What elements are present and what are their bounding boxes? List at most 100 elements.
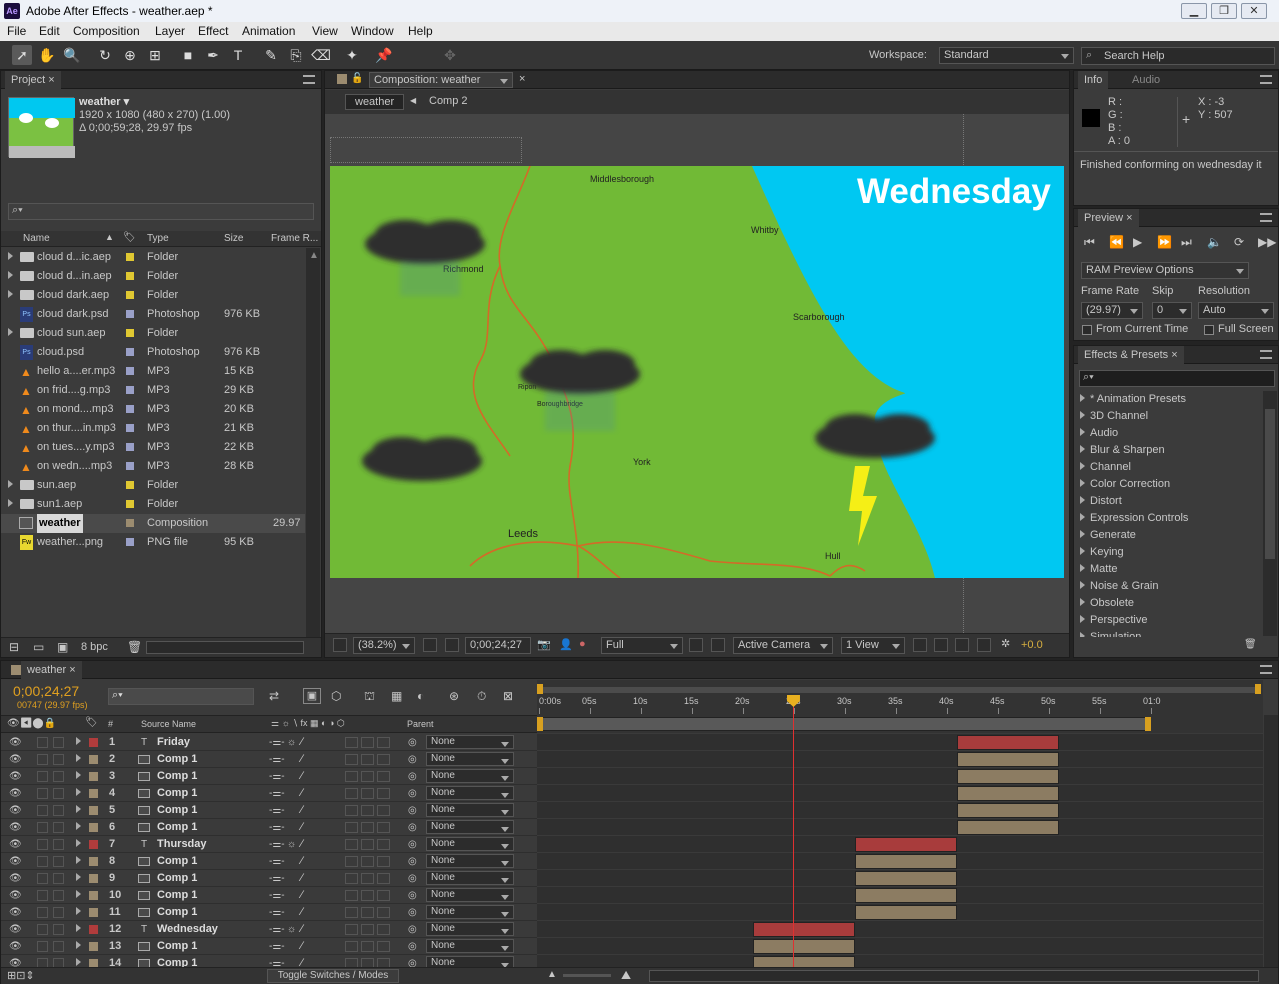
layer-name[interactable]: Thursday xyxy=(157,836,207,853)
project-item[interactable]: ▲ on frid....g.mp3 MP3 29 KB xyxy=(1,381,305,400)
expand-arrow-icon[interactable] xyxy=(1080,411,1085,419)
solo-toggle[interactable] xyxy=(37,873,48,884)
work-area-bar[interactable] xyxy=(539,717,1151,731)
project-item[interactable]: ▲ hello a....er.mp3 MP3 15 KB xyxy=(1,362,305,381)
solo-toggle[interactable] xyxy=(37,856,48,867)
expand-arrow-icon[interactable] xyxy=(76,938,81,955)
close-tab-icon[interactable]: × xyxy=(519,73,525,85)
layer-row[interactable]: 👁 13 Comp 1 -⚌- ∕ ◎ None xyxy=(1,938,537,955)
timeline-search-input[interactable]: ⌕▾ xyxy=(108,688,254,705)
layer-name[interactable]: Comp 1 xyxy=(157,938,197,955)
project-item[interactable]: ▲ on tues....y.mp3 MP3 22 KB xyxy=(1,438,305,457)
quality-switch-icon[interactable]: ∕ xyxy=(301,819,303,836)
audio-icon[interactable]: 🔈 xyxy=(1207,235,1222,249)
layer-duration-bar[interactable] xyxy=(753,939,856,954)
ram-preview-icon[interactable]: ▶▶ xyxy=(1258,235,1276,249)
trash-icon[interactable]: 🗑 xyxy=(1244,639,1257,650)
project-item[interactable]: ▲ on wedn....mp3 MP3 28 KB xyxy=(1,457,305,476)
lock-toggle[interactable] xyxy=(53,856,64,867)
col-source-name[interactable]: Source Name xyxy=(141,719,196,729)
expand-arrow-icon[interactable] xyxy=(1080,513,1085,521)
project-scrollbar[interactable]: ▲ xyxy=(306,248,320,638)
crumb-weather[interactable]: weather xyxy=(345,94,405,110)
expand-arrow-icon[interactable] xyxy=(8,324,13,343)
menu-file[interactable]: File xyxy=(7,24,26,38)
work-area-start-handle[interactable] xyxy=(537,684,543,694)
col-name[interactable]: Name xyxy=(23,233,50,244)
pick-whip-icon[interactable]: ◎ xyxy=(408,785,417,802)
parent-dropdown[interactable]: None xyxy=(426,922,514,936)
layer-label-swatch[interactable] xyxy=(89,908,98,917)
crumb-comp2[interactable]: Comp 2 xyxy=(429,95,468,107)
expand-arrow-icon[interactable] xyxy=(1080,462,1085,470)
quality-switch-icon[interactable]: ∕ xyxy=(301,751,303,768)
label-swatch[interactable] xyxy=(126,291,134,299)
skip-dropdown[interactable]: 0 xyxy=(1152,302,1192,319)
shy-switch-icon[interactable]: -⚌- xyxy=(269,921,285,938)
timeline-scrollbar[interactable] xyxy=(1264,715,1278,968)
layer-name[interactable]: Comp 1 xyxy=(157,853,197,870)
motion-blur-switch[interactable] xyxy=(361,873,374,884)
pick-whip-icon[interactable]: ◎ xyxy=(408,938,417,955)
ram-preview-options-dropdown[interactable]: RAM Preview Options xyxy=(1081,262,1249,279)
last-frame-icon[interactable]: ⏭ xyxy=(1181,235,1192,250)
fx-switch[interactable] xyxy=(345,907,358,918)
eye-icon[interactable]: 👁 xyxy=(9,819,22,836)
expand-arrow-icon[interactable] xyxy=(8,495,13,514)
lock-toggle[interactable] xyxy=(53,822,64,833)
expand-layer-switches-icon[interactable]: ⊞⊡⇕ xyxy=(7,969,35,982)
parent-dropdown[interactable]: None xyxy=(426,837,514,851)
effect-category[interactable]: Audio xyxy=(1080,425,1118,442)
always-preview-icon[interactable] xyxy=(333,638,347,652)
pick-whip-icon[interactable]: ◎ xyxy=(408,836,417,853)
col-parent[interactable]: Parent xyxy=(407,719,434,729)
brush-tool-icon[interactable]: ✎ xyxy=(261,45,281,65)
menu-help[interactable]: Help xyxy=(408,24,433,38)
current-time-display[interactable]: 0;00;24;27 xyxy=(465,637,531,654)
graph-editor-icon[interactable]: ⊠ xyxy=(503,689,513,703)
exposure-reset-icon[interactable]: ✲ xyxy=(1001,637,1010,650)
collapse-switch-icon[interactable]: ☼ xyxy=(287,734,296,751)
expand-arrow-icon[interactable] xyxy=(1080,564,1085,572)
fx-switch[interactable] xyxy=(345,754,358,765)
label-swatch[interactable] xyxy=(126,253,134,261)
expand-arrow-icon[interactable] xyxy=(1080,581,1085,589)
layer-name[interactable]: Friday xyxy=(157,734,190,751)
layer-row[interactable]: 👁 10 Comp 1 -⚌- ∕ ◎ None xyxy=(1,887,537,904)
effects-scrollbar[interactable] xyxy=(1263,391,1277,636)
fx-switch[interactable] xyxy=(345,890,358,901)
frame-blending-icon[interactable]: ▦ xyxy=(391,689,402,703)
motion-blur-switch[interactable] xyxy=(361,822,374,833)
layer-label-swatch[interactable] xyxy=(89,874,98,883)
pick-whip-icon[interactable]: ◎ xyxy=(408,751,417,768)
fx-switch[interactable] xyxy=(345,737,358,748)
layer-label-swatch[interactable] xyxy=(89,942,98,951)
effect-category[interactable]: Keying xyxy=(1080,544,1124,561)
expand-arrow-icon[interactable] xyxy=(76,768,81,785)
project-item[interactable]: weather Composition 29.97 xyxy=(1,514,305,533)
project-item[interactable]: Fw weather...png PNG file 95 KB xyxy=(1,533,305,552)
layer-label-swatch[interactable] xyxy=(89,925,98,934)
expand-arrow-icon[interactable] xyxy=(1080,530,1085,538)
shy-switch-icon[interactable]: -⚌- xyxy=(269,751,285,768)
col-type[interactable]: Type xyxy=(147,233,169,244)
label-swatch[interactable] xyxy=(126,424,134,432)
parent-dropdown[interactable]: None xyxy=(426,769,514,783)
quality-switch-icon[interactable]: ∕ xyxy=(301,734,303,751)
effect-category[interactable]: Obsolete xyxy=(1080,595,1134,612)
fx-switch[interactable] xyxy=(345,856,358,867)
expand-arrow-icon[interactable] xyxy=(8,248,13,267)
expand-arrow-icon[interactable] xyxy=(76,751,81,768)
lock-toggle[interactable] xyxy=(53,788,64,799)
layer-duration-bar[interactable] xyxy=(957,769,1060,784)
eye-icon[interactable]: 👁 xyxy=(9,751,22,768)
quality-switch-icon[interactable]: ∕ xyxy=(301,870,303,887)
parent-dropdown[interactable]: None xyxy=(426,752,514,766)
solo-toggle[interactable] xyxy=(37,907,48,918)
layer-row[interactable]: 👁 5 Comp 1 -⚌- ∕ ◎ None xyxy=(1,802,537,819)
label-swatch[interactable] xyxy=(126,272,134,280)
layer-label-swatch[interactable] xyxy=(89,857,98,866)
expand-arrow-icon[interactable] xyxy=(76,785,81,802)
label-swatch[interactable] xyxy=(126,538,134,546)
parent-dropdown[interactable]: None xyxy=(426,786,514,800)
